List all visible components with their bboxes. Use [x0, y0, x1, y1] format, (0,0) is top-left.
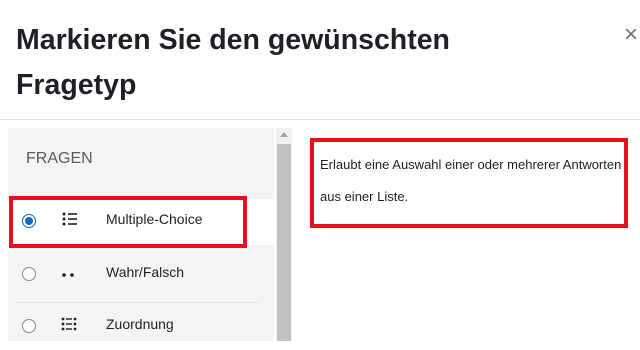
option-zuordnung[interactable]: Zuordnung	[8, 304, 274, 350]
dialog-title: Markieren Sie den gewünschten Fragetyp	[16, 24, 450, 101]
two-dots-icon	[62, 273, 74, 277]
radio-wahr-falsch[interactable]	[22, 267, 36, 281]
option-divider	[16, 302, 258, 303]
close-icon[interactable]: ×	[624, 22, 638, 48]
highlight-box-selected-option	[9, 196, 247, 248]
radio-zuordnung[interactable]	[22, 319, 36, 333]
matching-icon	[61, 317, 77, 331]
option-label: Wahr/Falsch	[106, 264, 185, 280]
highlight-box-description	[310, 138, 628, 228]
sidebar-scrollbar[interactable]	[276, 128, 292, 341]
option-label: Zuordnung	[106, 316, 174, 332]
dialog-header: Markieren Sie den gewünschten Fragetyp ×	[0, 0, 640, 120]
section-heading-fragen: FRAGEN	[26, 150, 93, 167]
option-wahr-falsch[interactable]: Wahr/Falsch	[8, 252, 274, 298]
scrollbar-thumb[interactable]	[277, 144, 291, 341]
scroll-up-arrow-icon[interactable]	[280, 132, 288, 137]
